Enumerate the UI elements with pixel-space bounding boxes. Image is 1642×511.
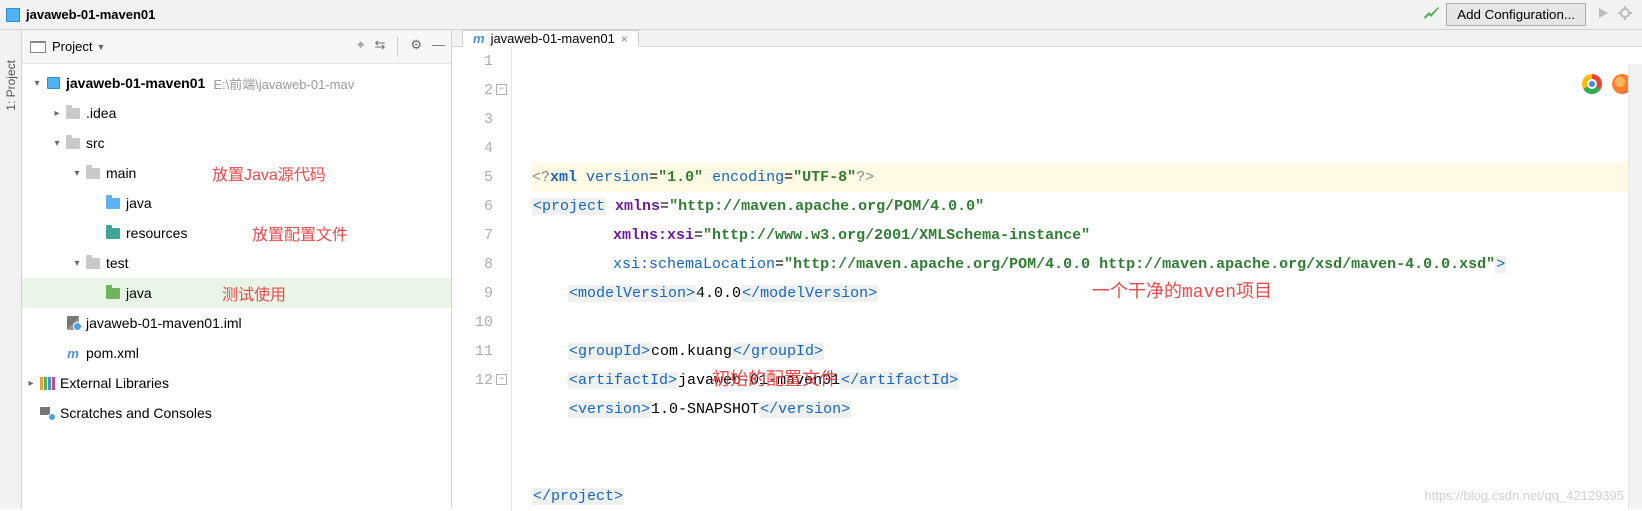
- tree-node-src[interactable]: ▾ src: [22, 128, 451, 158]
- editor-tabs: m javaweb-01-maven01 ×: [452, 30, 1642, 47]
- folder-icon: [66, 138, 80, 149]
- build-icon[interactable]: [1422, 6, 1440, 24]
- tool-window-tab-project[interactable]: 1: Project: [0, 30, 22, 509]
- source-folder-icon: [106, 198, 120, 209]
- module-icon: [47, 77, 60, 89]
- project-view-title[interactable]: Project: [52, 39, 92, 54]
- tree-node-external-libraries[interactable]: ▸ External Libraries: [22, 368, 451, 398]
- test-folder-icon: [106, 288, 120, 299]
- tree-node-scratches[interactable]: ▸ Scratches and Consoles: [22, 398, 451, 428]
- tree-node-java-test[interactable]: ▸ java 测试使用: [22, 278, 451, 308]
- tree-node-test[interactable]: ▾ test: [22, 248, 451, 278]
- tree-node-iml[interactable]: ▸ javaweb-01-maven01.iml: [22, 308, 451, 338]
- chevron-down-icon[interactable]: ▾: [30, 78, 44, 89]
- debug-icon[interactable]: [1618, 6, 1632, 23]
- folder-icon: [86, 168, 100, 179]
- project-tree[interactable]: ▾ javaweb-01-maven01 E:\前端\javaweb-01-ma…: [22, 64, 451, 509]
- tree-node-root[interactable]: ▾ javaweb-01-maven01 E:\前端\javaweb-01-ma…: [22, 68, 451, 98]
- chevron-down-icon[interactable]: ▼: [96, 42, 105, 52]
- project-tree-panel: Project ▼ ⌖ ⇆ ⚙ — ▾ javaweb-01-maven01 E…: [22, 30, 452, 509]
- chevron-down-icon[interactable]: ▾: [70, 168, 84, 179]
- tree-node-pom[interactable]: ▸ m pom.xml: [22, 338, 451, 368]
- chrome-icon[interactable]: [1582, 74, 1602, 94]
- gear-icon[interactable]: ⚙: [410, 37, 422, 57]
- chevron-right-icon[interactable]: ▸: [50, 108, 64, 119]
- tree-node-java-main[interactable]: ▸ java: [22, 188, 451, 218]
- collapse-icon[interactable]: ⇆: [374, 37, 385, 57]
- project-view-icon: [30, 41, 46, 53]
- tree-label: Scratches and Consoles: [60, 405, 212, 421]
- annotation-clean-project: 一个干净的maven项目: [1092, 279, 1272, 308]
- close-icon[interactable]: ×: [621, 32, 628, 46]
- tree-path: E:\前端\javaweb-01-mav: [213, 74, 354, 93]
- tree-label: External Libraries: [60, 375, 169, 391]
- tree-label: pom.xml: [86, 345, 139, 361]
- editor-error-stripe: [1628, 64, 1642, 509]
- annotation-config-files: 放置配置文件: [252, 221, 348, 245]
- watermark: https://blog.csdn.net/qq_42129395: [1425, 488, 1625, 503]
- module-icon: [6, 8, 20, 22]
- tree-label: test: [106, 255, 129, 271]
- chevron-right-icon[interactable]: ▸: [24, 378, 38, 389]
- editor-tab-pom[interactable]: m javaweb-01-maven01 ×: [462, 30, 639, 47]
- open-in-browser-icons: [1582, 74, 1632, 94]
- code-content[interactable]: 一个干净的maven项目 初始的配置文件 <?xml version="1.0"…: [512, 47, 1642, 511]
- chevron-down-icon[interactable]: ▾: [70, 258, 84, 269]
- iml-file-icon: [67, 316, 79, 330]
- folder-icon: [66, 108, 80, 119]
- resources-folder-icon: [106, 228, 120, 239]
- tree-node-resources[interactable]: ▸ resources 放置配置文件: [22, 218, 451, 248]
- annotation-initial-config: 初始的配置文件: [712, 367, 838, 396]
- annotation-test-use: 测试使用: [222, 281, 286, 305]
- chevron-down-icon[interactable]: ▾: [50, 138, 64, 149]
- tree-label: java: [126, 285, 152, 301]
- project-tree-header: Project ▼ ⌖ ⇆ ⚙ —: [22, 30, 451, 64]
- scratches-icon: [40, 407, 54, 419]
- folder-icon: [86, 258, 100, 269]
- tree-label: javaweb-01-maven01: [66, 75, 205, 91]
- maven-file-icon: m: [473, 31, 485, 46]
- tree-node-main[interactable]: ▾ main 放置Java源代码: [22, 158, 451, 188]
- breadcrumb-root[interactable]: javaweb-01-maven01: [26, 7, 155, 22]
- editor-panel: m javaweb-01-maven01 × 12−3456789101112−…: [452, 30, 1642, 509]
- tree-label: java: [126, 195, 152, 211]
- tree-label: .idea: [86, 105, 116, 121]
- add-configuration-button[interactable]: Add Configuration...: [1446, 3, 1586, 26]
- maven-file-icon: m: [67, 346, 79, 361]
- annotation-java-source: 放置Java源代码: [212, 161, 326, 185]
- tab-label: javaweb-01-maven01: [491, 31, 615, 46]
- code-editor[interactable]: 12−3456789101112− 一个干净的maven项目 初始的配置文件 <…: [452, 47, 1642, 511]
- top-navbar: javaweb-01-maven01 Add Configuration...: [0, 0, 1642, 30]
- tool-window-label: 1: Project: [4, 60, 18, 111]
- tree-label: main: [106, 165, 136, 181]
- tree-node-idea[interactable]: ▸ .idea: [22, 98, 451, 128]
- tree-label: javaweb-01-maven01.iml: [86, 315, 242, 331]
- run-icon[interactable]: [1596, 6, 1610, 23]
- separator: [397, 37, 398, 57]
- hide-icon[interactable]: —: [432, 37, 445, 57]
- target-icon[interactable]: ⌖: [357, 37, 364, 57]
- libraries-icon: [40, 377, 55, 390]
- tree-label: resources: [126, 225, 187, 241]
- tree-label: src: [86, 135, 105, 151]
- gutter: 12−3456789101112−: [452, 47, 512, 511]
